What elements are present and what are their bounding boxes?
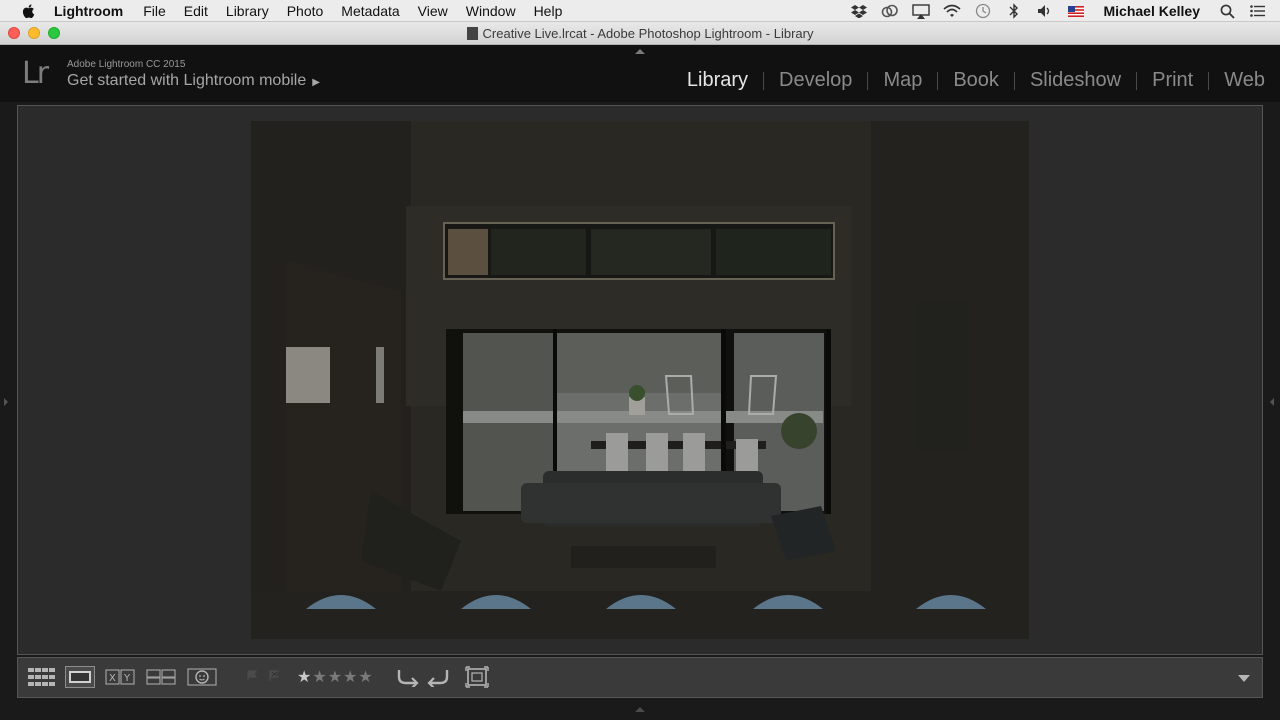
menu-library[interactable]: Library xyxy=(226,3,269,19)
svg-text:Y: Y xyxy=(123,673,131,684)
catalog-document-icon xyxy=(466,27,478,40)
toolbar-content-dropdown-icon[interactable] xyxy=(1238,675,1250,682)
rating-star[interactable]: ★ xyxy=(328,669,343,686)
spotlight-search-icon[interactable] xyxy=(1218,3,1236,19)
people-view-icon[interactable] xyxy=(186,666,218,688)
window-title: Creative Live.lrcat - Adobe Photoshop Li… xyxy=(0,26,1280,41)
module-separator xyxy=(763,71,765,90)
mobile-promo-text: Get started with Lightroom mobile xyxy=(67,72,307,89)
left-panel-toggle-icon[interactable] xyxy=(4,398,8,406)
rating-star[interactable]: ★ xyxy=(343,669,358,686)
menu-metadata[interactable]: Metadata xyxy=(341,3,399,19)
rating-star[interactable]: ★ xyxy=(297,669,312,686)
module-map[interactable]: Map xyxy=(880,69,925,92)
grid-view-icon[interactable] xyxy=(26,666,58,688)
current-user[interactable]: Michael Kelley xyxy=(1104,3,1201,19)
module-separator xyxy=(937,71,939,90)
module-separator xyxy=(867,71,869,90)
module-print[interactable]: Print xyxy=(1149,69,1196,92)
rating-star[interactable]: ★ xyxy=(312,669,327,686)
product-name: Adobe Lightroom CC 2015 xyxy=(67,59,186,70)
window-title-text: Creative Live.lrcat - Adobe Photoshop Li… xyxy=(482,26,814,41)
module-separator xyxy=(1208,71,1210,90)
module-web[interactable]: Web xyxy=(1221,69,1268,92)
mobile-promo-link[interactable]: Get started with Lightroom mobile ▶ xyxy=(67,72,320,90)
macos-menu-bar: Lightroom File Edit Library Photo Metada… xyxy=(0,0,1280,22)
menu-window[interactable]: Window xyxy=(466,3,516,19)
menu-photo[interactable]: Photo xyxy=(287,3,324,19)
library-toolbar: X Y ★★★★★ xyxy=(17,657,1263,698)
module-book[interactable]: Book xyxy=(950,69,1002,92)
app-menu-lightroom[interactable]: Lightroom xyxy=(54,3,123,19)
compare-view-icon[interactable]: X Y xyxy=(104,666,136,688)
lightroom-logo: Lr xyxy=(22,56,49,91)
star-rating[interactable]: ★★★★★ xyxy=(297,667,374,687)
module-library[interactable]: Library xyxy=(684,69,751,92)
right-panel-toggle-icon[interactable] xyxy=(1270,398,1274,406)
crop-overlay-icon[interactable] xyxy=(464,666,490,688)
top-panel-toggle-icon[interactable] xyxy=(635,49,645,54)
module-separator xyxy=(1013,71,1015,90)
notification-center-icon[interactable] xyxy=(1249,3,1267,19)
creative-cloud-icon[interactable] xyxy=(881,3,899,19)
reject-flag-icon[interactable] xyxy=(268,670,280,682)
rotate-right-icon[interactable] xyxy=(425,666,451,688)
module-develop[interactable]: Develop xyxy=(776,69,855,92)
loupe-view[interactable] xyxy=(17,105,1263,655)
pick-flag-icon[interactable] xyxy=(246,670,258,682)
survey-view-icon[interactable] xyxy=(145,666,177,688)
photo-preview[interactable] xyxy=(251,121,1029,639)
menu-view[interactable]: View xyxy=(418,3,448,19)
play-triangle-icon: ▶ xyxy=(312,77,320,88)
us-flag-input-icon[interactable] xyxy=(1067,3,1085,19)
module-separator xyxy=(1136,71,1138,90)
rotate-left-icon[interactable] xyxy=(395,666,421,688)
wifi-icon[interactable] xyxy=(942,3,961,19)
module-slideshow[interactable]: Slideshow xyxy=(1027,69,1124,92)
time-machine-icon[interactable] xyxy=(974,3,992,19)
airplay-icon[interactable] xyxy=(911,3,930,19)
menu-edit[interactable]: Edit xyxy=(184,3,208,19)
status-tray: Michael Kelley xyxy=(850,0,1280,22)
dropbox-icon[interactable] xyxy=(850,3,868,19)
loupe-view-icon[interactable] xyxy=(65,666,95,688)
rating-star[interactable]: ★ xyxy=(358,669,373,686)
module-tabs: Library Develop Map Book Slideshow Print… xyxy=(684,69,1268,92)
bluetooth-icon[interactable] xyxy=(1005,3,1023,19)
menu-file[interactable]: File xyxy=(143,3,166,19)
volume-icon[interactable] xyxy=(1036,3,1054,19)
window-title-bar[interactable]: Creative Live.lrcat - Adobe Photoshop Li… xyxy=(0,22,1280,45)
star-rating-set[interactable]: ★★★★★ xyxy=(297,669,374,686)
svg-text:X: X xyxy=(109,673,116,684)
menu-help[interactable]: Help xyxy=(534,3,563,19)
filmstrip-toggle-icon[interactable] xyxy=(635,707,645,712)
apple-menu-icon[interactable] xyxy=(20,2,38,20)
